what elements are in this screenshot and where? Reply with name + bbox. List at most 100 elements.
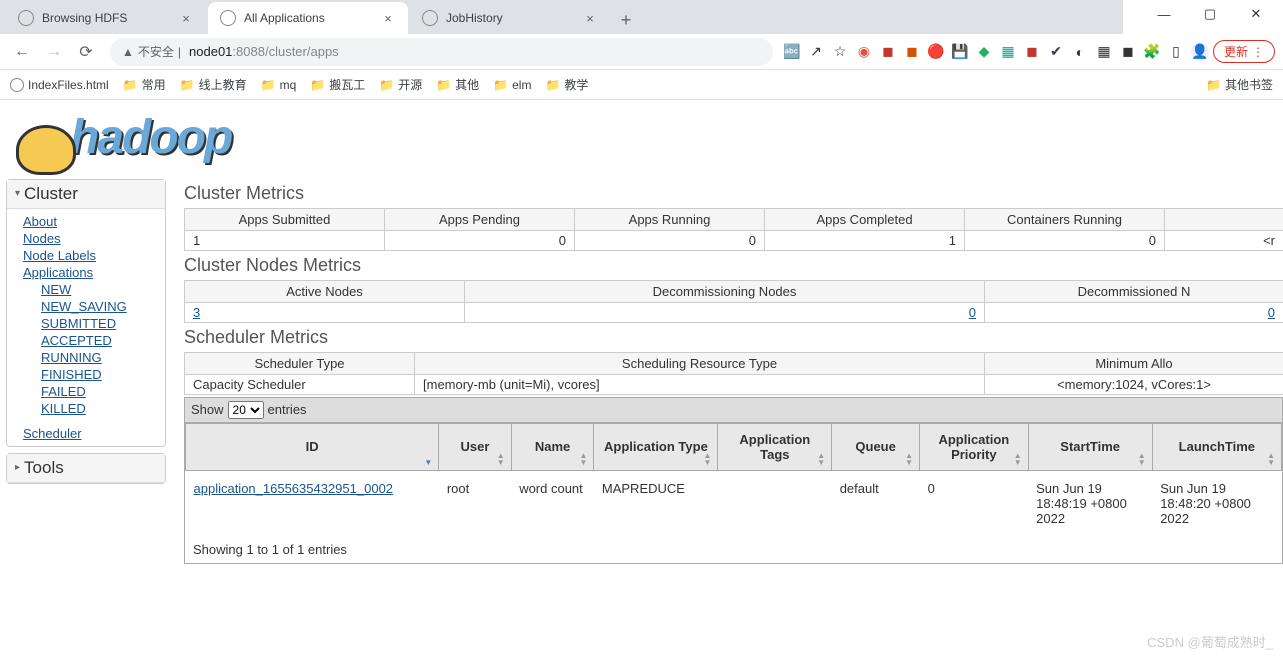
close-icon[interactable]: × bbox=[178, 11, 194, 26]
sort-icon: ▲▼ bbox=[1267, 452, 1275, 466]
ext-icon[interactable]: 💾 bbox=[951, 43, 969, 61]
close-button[interactable]: ✕ bbox=[1233, 0, 1279, 28]
ext-icon[interactable]: ▦ bbox=[1095, 43, 1113, 61]
column-header[interactable]: Scheduler Type bbox=[185, 352, 415, 374]
column-header-start[interactable]: StartTime▲▼ bbox=[1028, 423, 1152, 470]
ext-icon[interactable]: ◼ bbox=[903, 43, 921, 61]
link[interactable]: 0 bbox=[1268, 305, 1275, 320]
table-controls: Show 20 entries bbox=[185, 398, 1282, 423]
ext-icon[interactable]: ✔ bbox=[1047, 43, 1065, 61]
column-header[interactable]: Decommissioning Nodes bbox=[465, 280, 985, 302]
toolbar: ← → ⟳ ▲ 不安全 | node01:8088/cluster/apps 🔤… bbox=[0, 34, 1283, 70]
tab-jobhistory[interactable]: JobHistory × bbox=[410, 2, 610, 34]
tab-browsing-hdfs[interactable]: Browsing HDFS × bbox=[6, 2, 206, 34]
ext-icon[interactable]: ▦ bbox=[999, 43, 1017, 61]
share-icon[interactable]: ↗ bbox=[807, 43, 825, 61]
other-bookmarks[interactable]: 📁其他书签 bbox=[1206, 76, 1273, 93]
section-header: Cluster Nodes Metrics bbox=[184, 251, 1283, 280]
address-bar[interactable]: ▲ 不安全 | node01:8088/cluster/apps bbox=[110, 38, 773, 66]
bookmark-item[interactable]: IndexFiles.html bbox=[10, 78, 109, 92]
ext-icon[interactable]: ◼ bbox=[1119, 43, 1137, 61]
tab-strip: Browsing HDFS × All Applications × JobHi… bbox=[0, 0, 1123, 34]
ext-icon[interactable]: ◐ bbox=[1071, 43, 1089, 61]
column-header-tags[interactable]: Application Tags▲▼ bbox=[718, 423, 832, 470]
profile-icon[interactable]: 👤 bbox=[1191, 43, 1209, 61]
table-row: application_1655635432951_0002 root word… bbox=[186, 470, 1282, 536]
bookmark-folder[interactable]: 📁教学 bbox=[545, 76, 588, 93]
extensions-icon[interactable]: 🧩 bbox=[1143, 43, 1161, 61]
entries-select[interactable]: 20 bbox=[228, 401, 264, 419]
caret-right-icon: ▸ bbox=[15, 462, 20, 473]
sidebar-header-cluster[interactable]: ▾Cluster bbox=[7, 180, 165, 209]
sidebar-link-submitted[interactable]: SUBMITTED bbox=[41, 315, 165, 332]
sidebar-link-scheduler[interactable]: Scheduler bbox=[23, 425, 165, 442]
sidebar-link-nodes[interactable]: Nodes bbox=[23, 230, 165, 247]
column-header-id[interactable]: ID▼ bbox=[186, 423, 439, 470]
applications-table: ID▼ User▲▼ Name▲▼ Application Type▲▼ App… bbox=[185, 423, 1282, 536]
cell: 3 bbox=[185, 302, 465, 322]
bookmark-folder[interactable]: 📁elm bbox=[493, 78, 531, 92]
sidebar-link-new-saving[interactable]: NEW_SAVING bbox=[41, 298, 165, 315]
column-header[interactable]: Scheduling Resource Type bbox=[415, 352, 985, 374]
ext-icon[interactable]: ◆ bbox=[975, 43, 993, 61]
update-button[interactable]: 更新 ⋮ bbox=[1213, 40, 1275, 63]
sort-icon: ▲▼ bbox=[497, 452, 505, 466]
tab-title: JobHistory bbox=[446, 11, 582, 25]
new-tab-button[interactable]: + bbox=[612, 6, 640, 34]
sidebar-link-killed[interactable]: KILLED bbox=[41, 400, 165, 417]
column-header[interactable]: Apps Pending bbox=[385, 208, 575, 230]
back-button[interactable]: ← bbox=[8, 38, 36, 66]
column-header[interactable]: Decommissioned N bbox=[985, 280, 1283, 302]
link[interactable]: 0 bbox=[969, 305, 976, 320]
translate-icon[interactable]: 🔤 bbox=[783, 43, 801, 61]
maximize-button[interactable]: ▢ bbox=[1187, 0, 1233, 28]
column-header-priority[interactable]: Application Priority▲▼ bbox=[920, 423, 1029, 470]
column-header[interactable]: Apps Completed bbox=[765, 208, 965, 230]
sidebar-link-accepted[interactable]: ACCEPTED bbox=[41, 332, 165, 349]
ext-icon[interactable]: ◉ bbox=[855, 43, 873, 61]
cluster-metrics-table: Apps Submitted Apps Pending Apps Running… bbox=[184, 208, 1283, 251]
column-header[interactable]: Apps Running bbox=[575, 208, 765, 230]
column-header-launch[interactable]: LaunchTime▲▼ bbox=[1152, 423, 1281, 470]
ext-icon[interactable]: 🔴 bbox=[927, 43, 945, 61]
folder-icon: 📁 bbox=[180, 78, 195, 92]
column-header[interactable] bbox=[1165, 208, 1283, 230]
bookmark-folder[interactable]: 📁mq bbox=[261, 78, 297, 92]
link[interactable]: 3 bbox=[193, 305, 200, 320]
column-header[interactable]: Active Nodes bbox=[185, 280, 465, 302]
star-icon[interactable]: ☆ bbox=[831, 43, 849, 61]
bookmark-folder[interactable]: 📁其他 bbox=[436, 76, 479, 93]
sidebar: ▾Cluster About Nodes Node Labels Applica… bbox=[0, 179, 172, 564]
minimize-button[interactable]: — bbox=[1141, 0, 1187, 28]
column-header-queue[interactable]: Queue▲▼ bbox=[832, 423, 920, 470]
bookmark-folder[interactable]: 📁搬瓦工 bbox=[310, 76, 365, 93]
ext-icon[interactable]: ◼ bbox=[879, 43, 897, 61]
sidebar-link-applications[interactable]: Applications bbox=[23, 264, 165, 281]
tab-all-applications[interactable]: All Applications × bbox=[208, 2, 408, 34]
column-header[interactable]: Containers Running bbox=[965, 208, 1165, 230]
ext-icon[interactable]: ◼ bbox=[1023, 43, 1041, 61]
cell: 0 bbox=[575, 230, 765, 250]
forward-button[interactable]: → bbox=[40, 38, 68, 66]
column-header[interactable]: Minimum Allo bbox=[985, 352, 1283, 374]
close-icon[interactable]: × bbox=[380, 11, 396, 26]
bookmark-folder[interactable]: 📁常用 bbox=[123, 76, 166, 93]
sidebar-header-tools[interactable]: ▸Tools bbox=[7, 454, 165, 483]
column-header-user[interactable]: User▲▼ bbox=[439, 423, 511, 470]
bookmark-folder[interactable]: 📁开源 bbox=[379, 76, 422, 93]
cell: Capacity Scheduler bbox=[185, 374, 415, 394]
sidebar-link-new[interactable]: NEW bbox=[41, 281, 165, 298]
sidebar-link-node-labels[interactable]: Node Labels bbox=[23, 247, 165, 264]
column-header-name[interactable]: Name▲▼ bbox=[511, 423, 594, 470]
column-header-type[interactable]: Application Type▲▼ bbox=[594, 423, 718, 470]
application-link[interactable]: application_1655635432951_0002 bbox=[194, 481, 394, 496]
sidebar-link-failed[interactable]: FAILED bbox=[41, 383, 165, 400]
reading-list-icon[interactable]: ▯ bbox=[1167, 43, 1185, 61]
close-icon[interactable]: × bbox=[582, 11, 598, 26]
reload-button[interactable]: ⟳ bbox=[72, 38, 100, 66]
sidebar-link-about[interactable]: About bbox=[23, 213, 165, 230]
bookmark-folder[interactable]: 📁线上教育 bbox=[180, 76, 247, 93]
sidebar-link-running[interactable]: RUNNING bbox=[41, 349, 165, 366]
sidebar-link-finished[interactable]: FINISHED bbox=[41, 366, 165, 383]
column-header[interactable]: Apps Submitted bbox=[185, 208, 385, 230]
